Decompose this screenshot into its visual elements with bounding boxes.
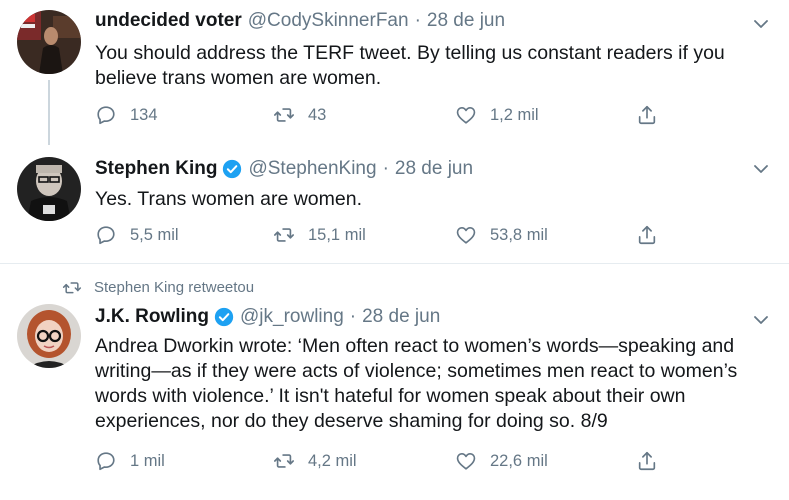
share-button[interactable]	[636, 104, 671, 126]
tweet-date[interactable]: 28 de jun	[427, 10, 505, 32]
like-count: 22,6 mil	[490, 451, 548, 470]
share-icon	[638, 451, 656, 471]
heart-icon	[456, 107, 476, 124]
reply-count: 134	[130, 105, 158, 124]
reply-button[interactable]: 134	[95, 104, 158, 126]
retweet-icon	[274, 108, 294, 122]
retweet-icon	[274, 454, 294, 468]
chevron-down-icon[interactable]	[751, 14, 771, 34]
avatar[interactable]	[17, 10, 81, 74]
heart-icon	[456, 227, 476, 244]
display-name[interactable]: Stephen King	[95, 158, 217, 180]
tweet-divider	[0, 263, 789, 264]
like-button[interactable]: 1,2 mil	[455, 104, 539, 126]
share-icon	[638, 105, 656, 125]
display-name[interactable]: J.K. Rowling	[95, 306, 209, 328]
reply-icon	[97, 452, 115, 471]
tweet-text: You should address the TERF tweet. By te…	[95, 42, 725, 89]
verified-badge-icon	[214, 307, 234, 327]
like-button[interactable]: 22,6 mil	[455, 450, 548, 472]
tweet-stephen-king[interactable]: Stephen King @StephenKing · 28 de jun Ye…	[0, 145, 789, 262]
handle[interactable]: @StephenKing	[248, 158, 376, 180]
retweet-count: 43	[308, 105, 327, 124]
tweet-date[interactable]: 28 de jun	[362, 306, 440, 328]
separator-dot: ·	[382, 158, 389, 179]
like-count: 53,8 mil	[490, 225, 548, 244]
reply-icon	[97, 226, 115, 245]
display-name[interactable]: undecided voter	[95, 10, 242, 32]
tweet-date[interactable]: 28 de jun	[395, 158, 473, 180]
tweet-undecided-voter[interactable]: undecided voter @CodySkinnerFan · 28 de …	[0, 0, 789, 145]
retweeted-by-row[interactable]: Stephen King retweetou	[62, 279, 254, 296]
share-button[interactable]	[636, 450, 671, 472]
retweet-icon	[62, 281, 82, 293]
thread-line	[48, 80, 50, 145]
share-icon	[638, 225, 656, 245]
tweet-actions: 1 mil 4,2 mil 22,6 mil	[95, 450, 665, 476]
reply-button[interactable]: 1 mil	[95, 450, 165, 472]
verified-badge-icon	[223, 159, 242, 179]
heart-icon	[456, 453, 476, 470]
retweet-button[interactable]: 4,2 mil	[273, 450, 357, 472]
separator-dot: ·	[349, 306, 357, 327]
retweet-button[interactable]: 15,1 mil	[273, 224, 366, 246]
handle[interactable]: @jk_rowling	[240, 306, 344, 328]
like-count: 1,2 mil	[490, 105, 539, 124]
tweet-text: Andrea Dworkin wrote: ‘Men often react t…	[95, 335, 738, 432]
reply-count: 5,5 mil	[130, 225, 179, 244]
tweet-actions: 5,5 mil 15,1 mil 53,8 mil	[95, 224, 665, 250]
chevron-down-icon[interactable]	[751, 310, 771, 330]
tweet-actions: 134 43 1,2 mil	[95, 104, 665, 130]
handle[interactable]: @CodySkinnerFan	[248, 10, 409, 32]
retweet-count: 4,2 mil	[308, 451, 357, 470]
reply-button[interactable]: 5,5 mil	[95, 224, 179, 246]
retweet-count: 15,1 mil	[308, 225, 366, 244]
separator-dot: ·	[414, 10, 421, 31]
avatar[interactable]	[17, 304, 81, 368]
tweet-header: undecided voter @CodySkinnerFan · 28 de …	[95, 10, 505, 32]
tweet-header: J.K. Rowling @jk_rowling · 28 de jun	[95, 306, 440, 328]
reply-count: 1 mil	[130, 451, 165, 470]
chevron-down-icon[interactable]	[751, 159, 771, 179]
retweeted-by-label: Stephen King retweetou	[94, 279, 255, 296]
share-button[interactable]	[636, 224, 671, 246]
tweet-header: Stephen King @StephenKing · 28 de jun	[95, 158, 473, 180]
avatar[interactable]	[17, 157, 81, 221]
tweet-jk-rowling[interactable]: J.K. Rowling @jk_rowling · 28 de jun And…	[0, 296, 789, 500]
retweet-icon	[274, 228, 294, 242]
like-button[interactable]: 53,8 mil	[455, 224, 548, 246]
retweet-button[interactable]: 43	[273, 104, 326, 126]
reply-icon	[97, 106, 115, 125]
tweet-text: Yes. Trans women are women.	[95, 188, 362, 210]
